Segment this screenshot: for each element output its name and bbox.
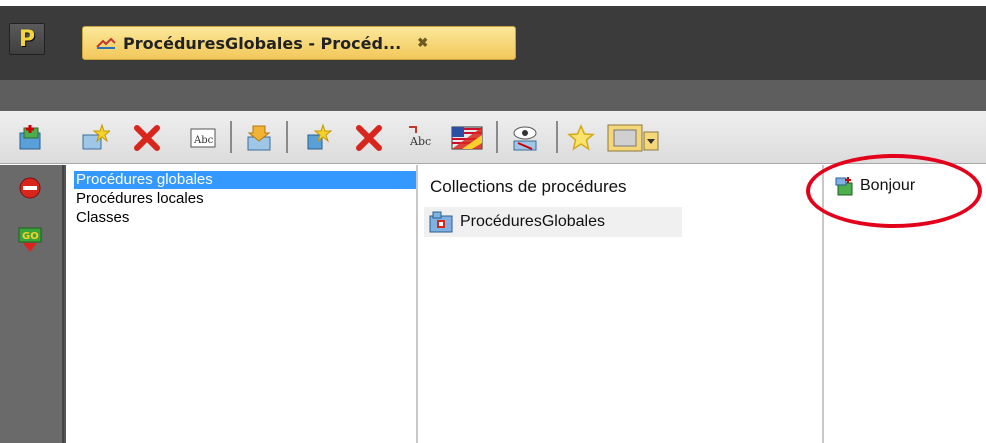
annotation-circle [806, 154, 982, 228]
delete-procedure-icon[interactable] [352, 121, 386, 155]
list-item-classes[interactable]: Classes [74, 209, 129, 227]
p-logo-button[interactable]: P [9, 23, 45, 55]
tab-procedures-globales[interactable]: ProcéduresGlobales - Procéd... ✖ [82, 26, 516, 60]
list-item-procedures-locales[interactable]: Procédures locales [74, 190, 204, 208]
sub-bar [0, 80, 986, 111]
favorite-icon[interactable] [564, 121, 598, 155]
svg-text:Abc: Abc [193, 135, 214, 146]
toolbar-separator [496, 121, 498, 153]
procedures-tab-icon [96, 37, 116, 49]
toolbar: Abc Abc [0, 111, 986, 164]
view-icon[interactable] [508, 121, 542, 155]
svg-text:GO: GO [22, 231, 39, 242]
language-flag-icon[interactable] [450, 121, 484, 155]
go-icon[interactable]: GO [17, 227, 43, 253]
toolbar-separator [230, 121, 232, 153]
collection-label: ProcéduresGlobales [460, 213, 605, 230]
rename-icon[interactable]: Abc [186, 121, 220, 155]
collection-item[interactable]: ProcéduresGlobales [424, 207, 682, 237]
new-star-icon[interactable] [78, 121, 112, 155]
left-action-strip: GO [0, 165, 64, 443]
tab-title: ProcéduresGlobales - Procéd... [123, 33, 402, 53]
new-collection-icon[interactable] [14, 121, 48, 155]
title-bar: P ProcéduresGlobales - Procéd... ✖ [0, 0, 986, 80]
collections-panel: Collections de procédures ProcéduresGlob… [418, 165, 822, 443]
stop-icon[interactable] [17, 175, 43, 201]
p-logo-icon: P [18, 26, 36, 52]
color-picker-icon[interactable] [606, 121, 660, 155]
collections-header: Collections de procédures [430, 177, 627, 196]
import-icon[interactable] [242, 121, 276, 155]
category-list: Procédures globales Procédures locales C… [64, 165, 416, 443]
list-item-procedures-globales[interactable]: Procédures globales [74, 171, 416, 189]
collection-icon [429, 211, 453, 233]
svg-text:Abc: Abc [409, 135, 431, 148]
new-procedure-icon[interactable] [300, 121, 334, 155]
delete-icon[interactable] [130, 121, 164, 155]
close-icon[interactable]: ✖ [417, 35, 428, 51]
toolbar-separator [556, 121, 558, 153]
toolbar-separator [286, 121, 288, 153]
rename-procedure-icon[interactable]: Abc [404, 121, 438, 155]
